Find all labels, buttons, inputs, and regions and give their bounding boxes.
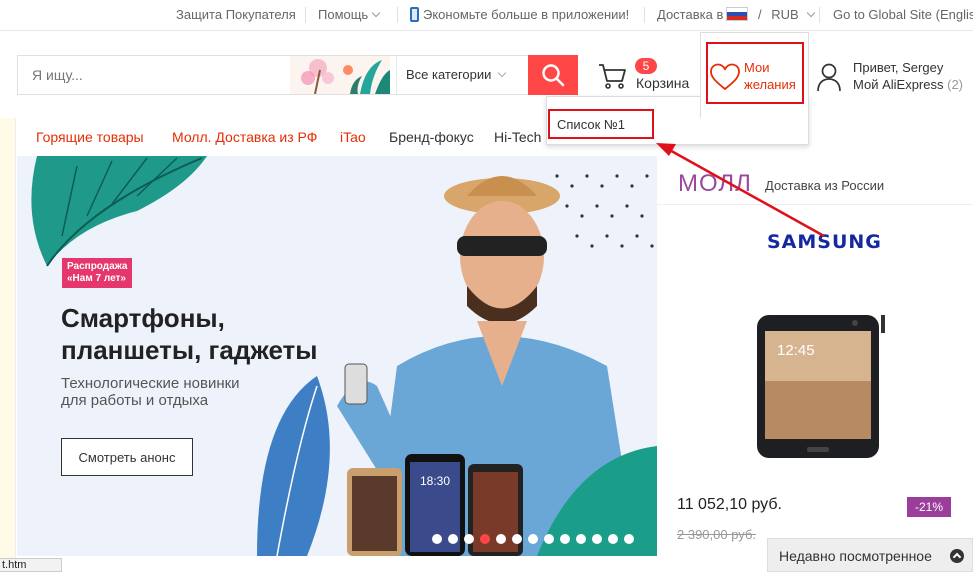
carousel-dot[interactable] — [544, 534, 554, 544]
mall-panel[interactable]: МОЛЛ Доставка из России SAMSUNG 12:45 11… — [657, 156, 973, 556]
category-select[interactable]: Все категории — [396, 56, 530, 94]
mall-title: МОЛЛ — [678, 170, 752, 197]
my-aliexpress-label: Мой AliExpress — [853, 77, 944, 92]
nav-itao[interactable]: iTao — [340, 129, 366, 145]
divider — [644, 7, 645, 23]
app-promo-label: Экономьте больше в приложении! — [423, 7, 630, 22]
recently-viewed-label: Недавно посмотренное — [779, 548, 932, 564]
recently-viewed-bar[interactable]: Недавно посмотренное — [767, 538, 973, 572]
ship-to-currency-menu[interactable]: Доставка в / RUB — [657, 0, 815, 30]
carousel-dot[interactable] — [448, 534, 458, 544]
nav-hot-deals[interactable]: Горящие товары — [36, 129, 144, 145]
product-price: 11 052,10 руб. — [677, 496, 782, 513]
banner-title: Смартфоны, планшеты, гаджеты — [61, 303, 318, 365]
cart-icon — [599, 64, 626, 89]
promo-banner[interactable]: Распродажа «Нам 7 лет» Смартфоны, планше… — [17, 156, 657, 556]
banner-subtitle: Технологические новинки для работы и отд… — [61, 375, 240, 409]
my-aliexpress-link[interactable]: Мой AliExpress (2) — [853, 77, 963, 92]
search-icon — [542, 64, 565, 87]
product-old-price: 2 390,00 руб. — [677, 527, 757, 542]
phone-screen-time: 18:30 — [419, 474, 451, 488]
product-screen-time: 12:45 — [777, 342, 815, 359]
search-button[interactable] — [528, 55, 578, 95]
account-greeting: Привет, Sergey — [853, 60, 944, 75]
buyer-protection-link[interactable]: Защита Покупателя — [176, 0, 296, 30]
currency-label: RUB — [771, 7, 799, 22]
sale-tag: Распродажа «Нам 7 лет» — [62, 258, 132, 288]
search-bar: Все категории — [17, 55, 529, 95]
browser-status-bar: t.htm — [0, 558, 62, 572]
mall-subtitle: Доставка из России — [765, 178, 885, 193]
help-menu[interactable]: Помощь — [318, 0, 381, 30]
divider — [819, 7, 820, 23]
carousel-dot[interactable] — [464, 534, 474, 544]
carousel-dot[interactable] — [480, 534, 490, 544]
carousel-dot[interactable] — [496, 534, 506, 544]
annotation-highlight-box — [548, 109, 654, 139]
currency-separator: / — [757, 7, 762, 22]
carousel-dot[interactable] — [576, 534, 586, 544]
brand-logo: SAMSUNG — [767, 231, 882, 253]
chevron-down-icon — [498, 68, 507, 78]
app-promo-link[interactable]: Экономьте больше в приложении! — [410, 0, 629, 30]
account-menu[interactable]: Привет, Sergey Мой AliExpress (2) — [816, 60, 973, 96]
chevron-up-icon — [950, 549, 964, 563]
carousel-dot[interactable] — [560, 534, 570, 544]
my-aliexpress-count: (2) — [947, 77, 964, 92]
global-site-link[interactable]: Go to Global Site (English — [833, 0, 973, 30]
divider — [657, 204, 973, 205]
carousel-dot[interactable] — [512, 534, 522, 544]
carousel-dot[interactable] — [592, 534, 602, 544]
cart-count-badge: 5 — [635, 58, 657, 74]
divider — [397, 7, 398, 23]
search-decoration-image — [290, 56, 390, 94]
nav-brand-focus[interactable]: Бренд-фокус — [389, 129, 474, 145]
nav-hi-tech[interactable]: Hi-Tech — [494, 129, 541, 145]
chevron-down-icon — [806, 8, 815, 18]
top-bar: Защита Покупателя Помощь Экономьте больш… — [0, 0, 973, 31]
view-announcement-button[interactable]: Смотреть анонс — [61, 438, 193, 476]
aliexpress-page: Защита Покупателя Помощь Экономьте больш… — [0, 0, 973, 572]
cart-button[interactable]: 5 Корзина — [597, 58, 692, 98]
help-label: Помощь — [318, 7, 369, 22]
russia-flag-icon — [726, 7, 749, 21]
divider — [305, 7, 306, 23]
carousel-dot[interactable] — [432, 534, 442, 544]
user-icon — [817, 63, 841, 92]
category-select-label: Все категории — [406, 67, 492, 82]
carousel-dot[interactable] — [608, 534, 618, 544]
chevron-down-icon — [371, 8, 381, 18]
search-input[interactable] — [18, 56, 288, 94]
annotation-highlight-box — [706, 42, 804, 104]
carousel-dot[interactable] — [528, 534, 538, 544]
left-sidebar-strip — [0, 118, 16, 558]
cart-label: Корзина — [636, 75, 690, 91]
discount-badge: -21% — [907, 497, 951, 517]
product-phone-image[interactable] — [755, 313, 885, 463]
nav-mall-russia[interactable]: Молл. Доставка из РФ — [172, 129, 317, 145]
carousel-dot[interactable] — [624, 534, 634, 544]
mobile-phone-icon — [410, 7, 419, 22]
ship-to-label: Доставка в — [657, 7, 724, 22]
